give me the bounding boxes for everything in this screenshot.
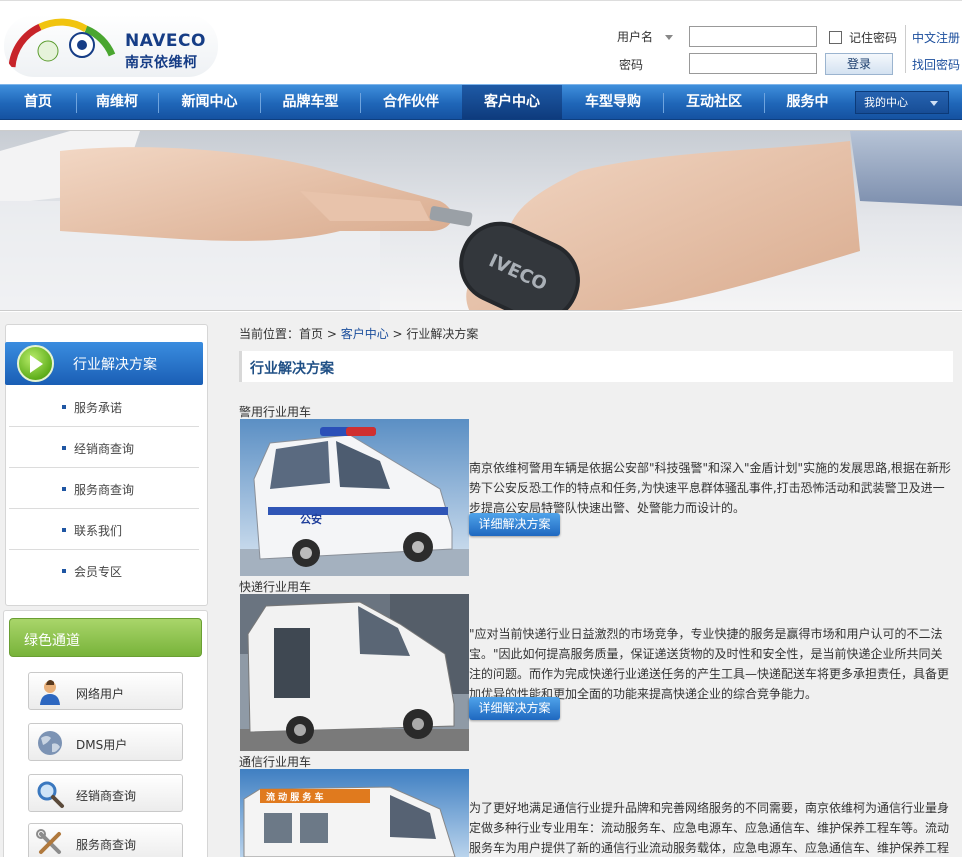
network-user-button[interactable]: 网络用户 bbox=[28, 672, 183, 710]
dealer-search-button[interactable]: 经销商查询 bbox=[28, 774, 183, 812]
express-van-image[interactable] bbox=[240, 594, 469, 751]
telecom-van-sign: 流 动 服 务 车 bbox=[266, 791, 324, 803]
solution-text-police: 南京依维柯警用车辆是依据公安部"科技强警"和深入"金盾计划"实施的发展思路,根据… bbox=[469, 461, 951, 515]
remember-password-label: 记住密码 bbox=[849, 31, 898, 45]
header-divider bbox=[905, 25, 906, 73]
logo-text-en: NAVECO bbox=[125, 31, 206, 51]
sidebar-item-label: 服务商查询 bbox=[74, 483, 135, 497]
nav-item-community[interactable]: 互动社区 bbox=[664, 85, 764, 119]
sidebar-item-service-provider-search[interactable]: 服务商查询 bbox=[9, 468, 199, 509]
site-header: NAVECO 南京依维柯 用户名 密码 记住密码 登录 中文注册 找回密码 bbox=[0, 0, 962, 82]
bullet-icon bbox=[62, 487, 66, 491]
breadcrumb-home[interactable]: 首页 bbox=[299, 327, 323, 341]
breadcrumb-current: 行业解决方案 bbox=[406, 327, 479, 341]
sidebar-item-label: 联系我们 bbox=[74, 524, 123, 538]
police-van-side-label: 公安 bbox=[300, 512, 322, 526]
sidebar-item-members-area[interactable]: 会员专区 bbox=[9, 550, 199, 591]
green-channel-title-text: 绿色通道 bbox=[24, 633, 80, 649]
solution-text-telecom: 为了更好地满足通信行业提升品牌和完善网络服务的不同需要，南京依维柯为通信行业量身… bbox=[469, 801, 950, 855]
user-icon bbox=[40, 680, 60, 705]
telecom-van-photo: 流 动 服 务 车 bbox=[240, 769, 469, 857]
solution-title-telecom: 通信行业用车 bbox=[239, 755, 312, 769]
register-link[interactable]: 中文注册 bbox=[912, 29, 960, 46]
sidebar-title-text: 行业解决方案 bbox=[73, 357, 157, 373]
nav-item-customer-center[interactable]: 客户中心 bbox=[462, 85, 562, 119]
bullet-icon bbox=[62, 528, 66, 532]
nav-item-partners[interactable]: 合作伙伴 bbox=[361, 85, 461, 119]
globe-icon bbox=[38, 731, 62, 755]
username-input[interactable] bbox=[689, 26, 817, 47]
username-dropdown-icon[interactable] bbox=[665, 35, 673, 40]
solution-title-express: 快递行业用车 bbox=[239, 580, 312, 594]
sidebar-item-label: 服务承诺 bbox=[74, 401, 123, 415]
telecom-van-image[interactable]: 流 动 服 务 车 bbox=[240, 769, 469, 857]
nav-item-naveco[interactable]: 南维柯 bbox=[77, 85, 157, 119]
recover-password-link[interactable]: 找回密码 bbox=[912, 56, 960, 73]
sidebar-item-dealer-search[interactable]: 经销商查询 bbox=[9, 427, 199, 468]
solution-title-police: 警用行业用车 bbox=[239, 405, 312, 419]
breadcrumb-customer-center[interactable]: 客户中心 bbox=[341, 327, 389, 341]
logo-text-cn: 南京依维柯 bbox=[125, 55, 198, 71]
bullet-icon bbox=[62, 569, 66, 573]
naveco-logo[interactable]: NAVECO 南京依维柯 bbox=[4, 15, 218, 77]
express-solution-detail-button[interactable]: 详细解决方案 bbox=[469, 697, 560, 720]
chevron-down-icon bbox=[930, 101, 938, 106]
sidebar-item-service-commitment[interactable]: 服务承诺 bbox=[9, 386, 199, 427]
service-provider-search-button[interactable]: 服务商查询 bbox=[28, 823, 183, 857]
nav-item-service[interactable]: 服务中 bbox=[765, 85, 850, 119]
password-input[interactable] bbox=[689, 53, 817, 74]
breadcrumb-separator: > bbox=[388, 327, 407, 341]
express-van-photo bbox=[240, 594, 469, 751]
solution-text-express: "应对当前快递行业日益激烈的市场竞争，专业快捷的服务是赢得市场和用户认可的不二法… bbox=[469, 627, 950, 701]
nav-item-news[interactable]: 新闻中心 bbox=[159, 85, 260, 119]
dms-user-label: DMS用户 bbox=[76, 738, 128, 752]
nav-item-models[interactable]: 品牌车型 bbox=[261, 85, 360, 119]
sidebar-item-contact-us[interactable]: 联系我们 bbox=[9, 509, 199, 550]
bullet-icon bbox=[62, 446, 66, 450]
network-user-label: 网络用户 bbox=[76, 687, 125, 701]
page-title: 行业解决方案 bbox=[250, 361, 334, 377]
police-van-photo: 公安 bbox=[240, 419, 469, 576]
service-provider-search-label: 服务商查询 bbox=[76, 838, 137, 852]
main-nav: 首页 南维柯 新闻中心 品牌车型 合作伙伴 客户中心 车型导购 互动社区 服务中… bbox=[0, 84, 962, 120]
sidebar-title: 行业解决方案 bbox=[5, 342, 203, 385]
dms-user-button[interactable]: DMS用户 bbox=[28, 723, 183, 761]
sidebar-item-label: 经销商查询 bbox=[74, 442, 135, 456]
my-center-select[interactable]: 我的中心 bbox=[855, 91, 949, 114]
tools-icon bbox=[36, 829, 61, 854]
bullet-icon bbox=[62, 405, 66, 409]
magnifier-icon bbox=[37, 781, 64, 808]
breadcrumb-prefix: 当前位置： bbox=[239, 327, 300, 341]
password-label: 密码 bbox=[619, 58, 644, 72]
breadcrumb-separator: > bbox=[323, 327, 341, 341]
login-button[interactable]: 登录 bbox=[825, 53, 893, 75]
my-center-select-value: 我的中心 bbox=[864, 96, 908, 109]
police-van-image[interactable]: 公安 bbox=[240, 419, 469, 576]
nav-item-buying-guide[interactable]: 车型导购 bbox=[563, 85, 663, 119]
remember-password-checkbox[interactable] bbox=[829, 31, 842, 44]
sidebar-item-label: 会员专区 bbox=[74, 565, 123, 579]
green-channel-title: 绿色通道 bbox=[9, 618, 202, 657]
dealer-search-label: 经销商查询 bbox=[76, 789, 137, 803]
breadcrumb: 当前位置：首页 > 客户中心 > 行业解决方案 bbox=[239, 325, 478, 342]
nav-item-home[interactable]: 首页 bbox=[0, 85, 76, 119]
police-solution-detail-button[interactable]: 详细解决方案 bbox=[469, 513, 560, 536]
key-handover-banner: IVECO bbox=[0, 130, 962, 311]
play-arrow-icon bbox=[17, 345, 54, 382]
section-header: 行业解决方案 bbox=[239, 351, 953, 382]
username-label: 用户名 bbox=[617, 30, 654, 44]
banner-image: IVECO bbox=[0, 131, 962, 310]
